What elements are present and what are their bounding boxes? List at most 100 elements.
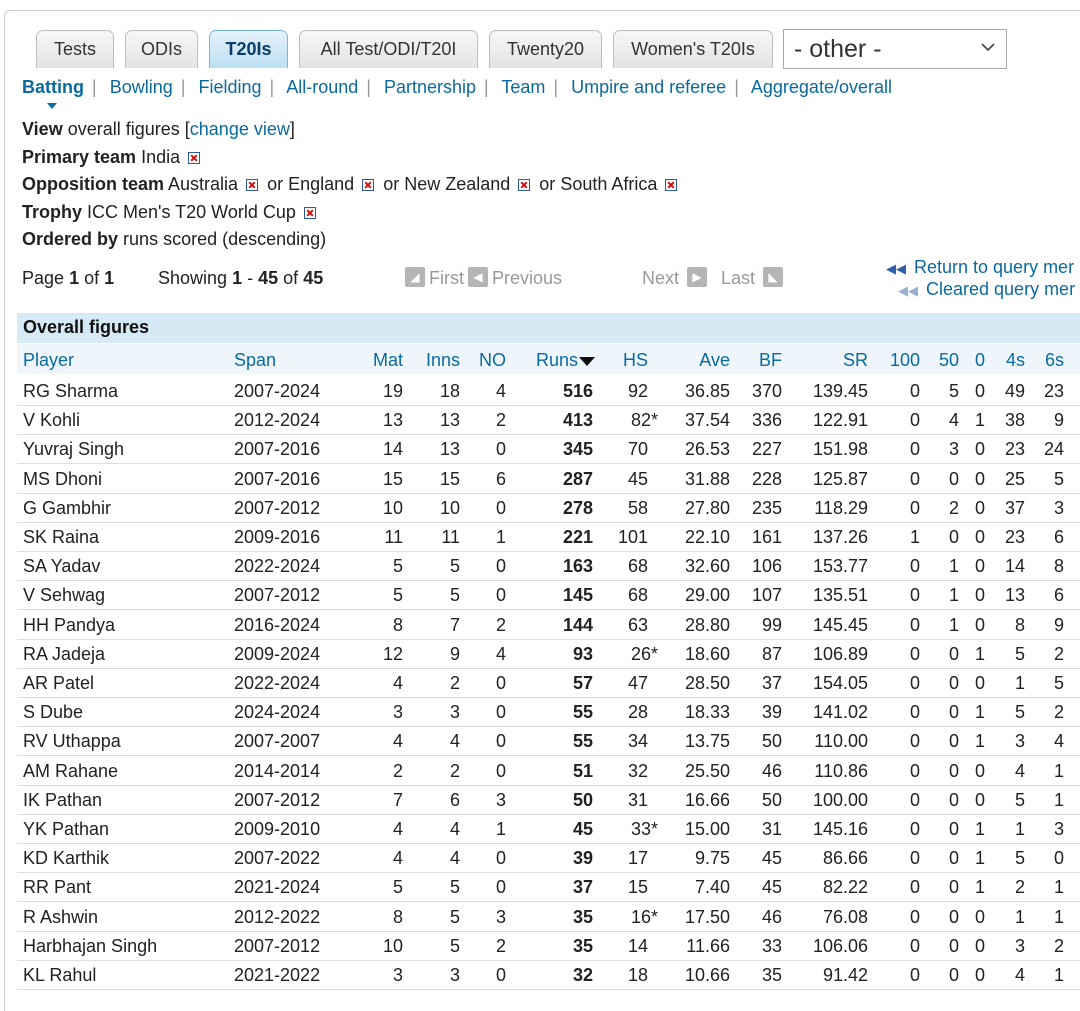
- last-button[interactable]: Last: [721, 268, 755, 288]
- table-row: MS Dhoni 2007-2016 15 15 6 287 45 31.88 228 125.8…: [17, 465, 1080, 494]
- table-row: V Sehwag 2007-2012 5 5 0 145 68 29.00 107 135.51 0…: [17, 581, 1080, 611]
- tab-all-formats[interactable]: All Test/ODI/T20I: [299, 30, 478, 68]
- cell-player[interactable]: MS Dhoni: [23, 469, 102, 490]
- cell-player[interactable]: S Dube: [23, 702, 83, 723]
- column-header-sixes[interactable]: 6s: [944, 350, 1064, 371]
- last-page-icon[interactable]: ◣: [763, 267, 784, 288]
- cell-sixes: 1: [1053, 965, 1064, 985]
- tab-womens-t20is[interactable]: Women's T20Is: [613, 30, 773, 68]
- remove-primary-team-icon[interactable]: [188, 152, 201, 164]
- cell-player[interactable]: RG Sharma: [23, 381, 118, 402]
- cell-player[interactable]: Harbhajan Singh: [23, 936, 157, 957]
- table-row: Yuvraj Singh 2007-2016 14 13 0 345 70 26.53 227 1…: [17, 435, 1080, 465]
- cell-player[interactable]: RV Uthappa: [23, 731, 121, 752]
- cleared-query-link[interactable]: ◀◀ Cleared query mer: [898, 279, 1075, 300]
- table-row: V Kohli 2012-2024 13 13 2 413 82* 37.54 336 122.9…: [17, 406, 1080, 436]
- cell-player[interactable]: KL Rahul: [23, 965, 96, 986]
- cell-player[interactable]: V Kohli: [23, 410, 80, 431]
- cell-sixes: 4: [1053, 731, 1064, 752]
- first-button[interactable]: First: [429, 268, 464, 288]
- remove-england-icon[interactable]: [362, 179, 375, 191]
- first-page-icon[interactable]: ◢: [405, 267, 425, 288]
- nav-aggregate[interactable]: Aggregate/overall: [751, 77, 892, 97]
- filter-ordered-by: Ordered by runs scored (descending): [22, 229, 327, 249]
- cell-sixes: 1: [1053, 760, 1064, 781]
- filter-opposition-team: Opposition team Australia or England or …: [22, 174, 681, 195]
- tab-twenty20[interactable]: Twenty20: [489, 30, 602, 68]
- table-row: SA Yadav 2022-2024 5 5 0 163 68 32.60 106 153.77 0…: [17, 552, 1080, 582]
- other-select-value: - other -: [794, 34, 882, 63]
- filter-primary-team: Primary team India: [22, 147, 204, 168]
- previous-page-icon[interactable]: ◀: [468, 267, 488, 288]
- table-row: S Dube 2024-2024 3 3 0 55 28 18.33 39 141.02 0 0 1 5 2: [17, 698, 1080, 728]
- table-caption-band: [17, 313, 1080, 343]
- nav-team[interactable]: Team: [501, 77, 545, 97]
- cell-player[interactable]: V Sehwag: [23, 585, 105, 606]
- table-row: HH Pandya 2016-2024 8 7 2 144 63 28.80 99 145.45 0…: [17, 611, 1080, 640]
- cell-player[interactable]: HH Pandya: [23, 615, 115, 636]
- cell-player[interactable]: Yuvraj Singh: [23, 439, 124, 460]
- table-row: KD Karthik 2007-2022 4 4 0 39 17 9.75 45 86.66 0 0 1…: [17, 844, 1080, 874]
- filter-view: View overall figures [change view]: [22, 119, 295, 139]
- table-row: AM Rahane 2014-2014 2 2 0 51 32 25.50 46 110.86 0 0…: [17, 757, 1080, 786]
- remove-new-zealand-icon[interactable]: [518, 179, 531, 191]
- table-row: Harbhajan Singh 2007-2012 10 5 2 35 14 11.66 33 1…: [17, 932, 1080, 961]
- tab-odis[interactable]: ODIs: [125, 30, 198, 68]
- nav-batting[interactable]: Batting: [22, 77, 84, 97]
- next-button[interactable]: Next: [642, 268, 679, 288]
- previous-button[interactable]: Previous: [492, 268, 562, 288]
- table-row: G Gambhir 2007-2012 10 10 0 278 58 27.80 235 118.…: [17, 494, 1080, 523]
- cell-sixes: 1: [1053, 906, 1064, 927]
- filter-trophy: Trophy ICC Men's T20 World Cup: [22, 202, 320, 223]
- table-row: RA Jadeja 2009-2024 12 9 4 93 26* 18.60 87 106.89…: [17, 640, 1080, 669]
- other-format-select[interactable]: - other -: [783, 29, 1007, 69]
- cell-player[interactable]: AR Patel: [23, 673, 94, 694]
- cell-player[interactable]: G Gambhir: [23, 498, 111, 519]
- table-row: RV Uthappa 2007-2007 4 4 0 55 34 13.75 50 110.00 0…: [17, 727, 1080, 757]
- cell-sixes: 6: [1053, 585, 1064, 606]
- remove-trophy-icon[interactable]: [303, 207, 316, 219]
- return-to-query-link[interactable]: ◀◀ Return to query mer: [886, 257, 1074, 278]
- table-row: AR Patel 2022-2024 4 2 0 57 47 28.50 37 154.05 0 0 0…: [17, 669, 1080, 698]
- cell-player[interactable]: R Ashwin: [23, 907, 98, 928]
- column-header-player[interactable]: Player: [23, 350, 74, 371]
- cell-player[interactable]: SK Raina: [23, 527, 99, 548]
- table-row: R Ashwin 2012-2022 8 5 3 35 16* 17.50 46 76.08 0 0 0…: [17, 903, 1080, 932]
- cell-sixes: 24: [1043, 439, 1064, 460]
- tab-t20is[interactable]: T20Is: [209, 30, 288, 68]
- double-left-arrow-icon: ◀◀: [898, 283, 918, 298]
- nav-bowling[interactable]: Bowling: [110, 77, 173, 97]
- nav-fielding[interactable]: Fielding: [198, 77, 261, 97]
- page-indicator: Page 1 of 1: [22, 268, 115, 288]
- active-nav-caret-icon: [47, 103, 57, 109]
- cell-sixes: 2: [1053, 702, 1064, 723]
- nav-partnership[interactable]: Partnership: [384, 77, 476, 97]
- cell-player[interactable]: AM Rahane: [23, 761, 118, 782]
- pager-first-prev: ◢ First ◀ Previous: [401, 267, 562, 289]
- cell-player[interactable]: RA Jadeja: [23, 644, 105, 665]
- table-row: KL Rahul 2021-2022 3 3 0 32 18 10.66 35 91.42 0 0 0 4…: [17, 961, 1080, 990]
- cell-sixes: 23: [1043, 381, 1064, 401]
- cell-sixes: 3: [1053, 819, 1064, 839]
- cell-player[interactable]: RR Pant: [23, 877, 91, 898]
- column-header-span[interactable]: Span: [234, 350, 276, 371]
- remove-south-africa-icon[interactable]: [665, 179, 678, 191]
- cell-sixes: 2: [1053, 643, 1064, 664]
- table-row: RR Pant 2021-2024 5 5 0 37 15 7.40 45 82.22 0 0 1 2 1: [17, 873, 1080, 903]
- change-view-link[interactable]: change view: [190, 119, 290, 139]
- tab-tests[interactable]: Tests: [36, 30, 114, 68]
- table-row: RG Sharma 2007-2024 19 18 4 516 92 36.85 370 139.…: [17, 377, 1080, 406]
- next-page-icon[interactable]: ▶: [687, 267, 708, 288]
- remove-australia-icon[interactable]: [246, 179, 259, 191]
- cell-player[interactable]: IK Pathan: [23, 790, 102, 811]
- cell-player[interactable]: SA Yadav: [23, 556, 100, 577]
- nav-umpire-referee[interactable]: Umpire and referee: [571, 77, 726, 97]
- table-title: Overall figures: [23, 317, 150, 337]
- cell-player[interactable]: YK Pathan: [23, 819, 109, 840]
- cell-player[interactable]: KD Karthik: [23, 848, 109, 869]
- nav-all-round[interactable]: All-round: [286, 77, 358, 97]
- table-row: SK Raina 2009-2016 11 11 1 221 101 22.10 161 137.…: [17, 523, 1080, 552]
- cell-sixes: 5: [1053, 468, 1064, 489]
- stat-type-nav: Batting | Bowling | Fielding | All-round | P…: [22, 77, 892, 97]
- cell-sixes: 1: [1053, 789, 1064, 810]
